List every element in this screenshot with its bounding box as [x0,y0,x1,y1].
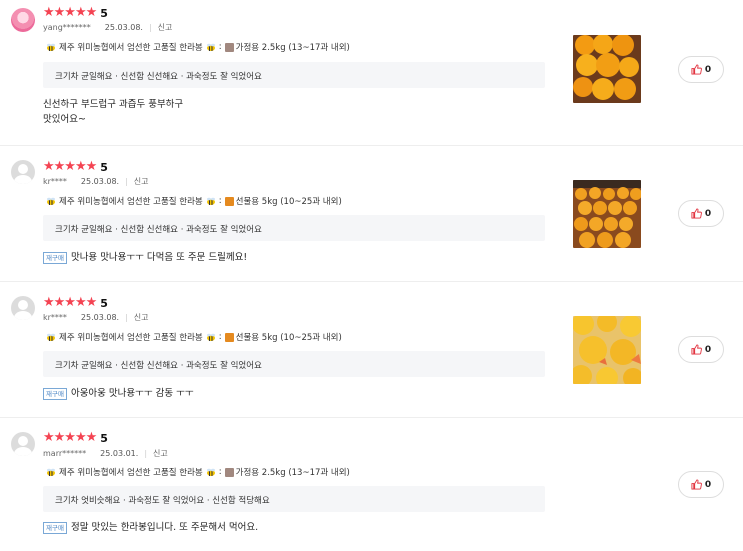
review-date: 25.03.08. [80,177,120,186]
user-avatar [11,160,35,184]
gift-box-icon [224,196,234,206]
review-item: ★★★★★ 5 yang******* 25.03.08. | 신고 제주 위미… [0,0,743,146]
review-photo[interactable] [573,180,641,248]
reviewer-id: kr**** [43,313,67,322]
box-icon [224,467,234,477]
review-item: ★★★★★ 5 marr****** 25.03.01. | 신고 제주 위미농… [0,418,743,551]
rating-stars: ★★★★★ [43,5,97,20]
reviewer-id: yang******* [43,23,91,32]
like-count: 0 [704,344,712,355]
review-date: 25.03.08. [104,23,143,32]
option-product: 제주 위미농협에서 엄선한 고품질 한라봉 [59,468,203,478]
thumbs-up-icon [691,344,702,355]
purchase-option: 제주 위미농협에서 엄선한 고품질 한라봉 : 선물용 5kg (10~25과 … [43,331,342,343]
review-text-line: 아웅아웅 맛나용ㅜㅜ 감동 ㅜㅜ [70,388,194,399]
report-link[interactable]: 신고 [153,448,168,459]
review-photo[interactable] [573,316,641,384]
review-text: 재구매 정말 맛있는 한라봉입니다. 또 주문해서 먹어요. [43,520,258,535]
rating-score: 5 [100,296,108,310]
review-item: ★★★★★ 5 kr**** 25.03.08. | 신고 제주 위미농협에서 … [0,282,743,418]
tangerine-photo [573,35,641,103]
star-rating: ★★★★★ 5 [43,160,108,174]
like-button[interactable]: 0 [678,200,724,227]
like-button[interactable]: 0 [678,336,724,363]
repurchase-badge: 재구매 [43,387,67,400]
thumbs-up-icon [691,479,702,490]
rating-score: 5 [100,431,108,445]
rating-score: 5 [100,6,108,20]
review-date: 25.03.01. [100,449,139,458]
review-text-line: 정말 맛있는 한라봉입니다. 또 주문해서 먹어요. [70,522,259,533]
purchase-option: 제주 위미농협에서 엄선한 고품질 한라봉 : 선물용 5kg (10~25과 … [43,195,342,207]
review-text: 신선하구 부드럽구 과즙두 풍부하구 맛있어요~ [43,97,183,127]
like-button[interactable]: 0 [678,471,724,498]
review-text: 재구매 아웅아웅 맛나용ㅜㅜ 감동 ㅜㅜ [43,386,194,401]
star-rating: ★★★★★ 5 [43,296,108,310]
star-rating: ★★★★★ 5 [43,6,108,20]
bee-icon [206,468,215,476]
bee-icon [47,43,55,51]
tangerine-photo [573,180,641,248]
bee-icon [47,197,55,205]
divider: | [148,23,152,32]
review-text-line: 맛있어요~ [43,114,86,125]
review-date: 25.03.08. [80,313,120,322]
evaluation-summary: 크기차 엇비슷해요 · 과숙정도 잘 익었어요 · 신선함 적당해요 [43,486,545,512]
option-value: 선물용 5kg (10~25과 내외) [235,197,342,207]
user-avatar [11,296,35,320]
thumbs-up-icon [691,208,702,219]
rating-score: 5 [100,160,108,174]
box-icon [224,42,234,52]
thumbs-up-icon [691,64,702,75]
divider: | [144,449,148,458]
user-avatar [11,8,35,32]
review-item: ★★★★★ 5 kr**** 25.03.08. | 신고 제주 위미농협에서 … [0,146,743,282]
like-count: 0 [704,208,712,219]
review-meta: yang******* 25.03.08. | 신고 [43,22,172,33]
review-meta: kr**** 25.03.08. | 신고 [43,176,149,187]
divider: | [125,313,128,322]
rating-stars: ★★★★★ [43,159,97,174]
star-rating: ★★★★★ 5 [43,431,108,445]
review-meta: marr****** 25.03.01. | 신고 [43,448,168,459]
option-value: 가정용 2.5kg (13~17과 내외) [235,43,350,53]
report-link[interactable]: 신고 [134,312,149,323]
option-product: 제주 위미농협에서 엄선한 고품질 한라봉 [59,333,203,343]
repurchase-badge: 재구매 [43,251,67,264]
review-text-line: 맛나용 맛나용ㅜㅜ 다먹음 또 주문 드릴께요! [70,252,248,263]
evaluation-summary: 크기차 균일해요 · 신선함 신선해요 · 과숙정도 잘 익었어요 [43,351,545,377]
gift-box-icon [224,332,234,342]
like-count: 0 [704,479,712,490]
repurchase-badge: 재구매 [43,521,67,534]
rating-stars: ★★★★★ [43,430,97,445]
bee-icon [47,468,55,476]
rating-stars: ★★★★★ [43,295,97,310]
tangerine-photo [573,316,641,384]
review-photo[interactable] [573,35,641,103]
bee-icon [206,43,215,51]
option-product: 제주 위미농협에서 엄선한 고품질 한라봉 [59,197,203,207]
evaluation-summary: 크기차 균일해요 · 신선함 신선해요 · 과숙정도 잘 익었어요 [43,215,545,241]
option-product: 제주 위미농협에서 엄선한 고품질 한라봉 [59,43,203,53]
user-avatar [11,432,35,456]
like-button[interactable]: 0 [678,56,724,83]
review-text-line: 신선하구 부드럽구 과즙두 풍부하구 [43,99,184,110]
divider: | [125,177,128,186]
evaluation-summary: 크기차 균일해요 · 신선함 신선해요 · 과숙정도 잘 익었어요 [43,62,545,88]
bee-icon [47,333,55,341]
bee-icon [206,197,215,205]
reviewer-id: marr****** [43,449,87,458]
option-value: 선물용 5kg (10~25과 내외) [235,333,342,343]
report-link[interactable]: 신고 [158,22,173,33]
report-link[interactable]: 신고 [134,176,149,187]
bee-icon [206,333,215,341]
review-meta: kr**** 25.03.08. | 신고 [43,312,149,323]
like-count: 0 [704,64,712,75]
reviewer-id: kr**** [43,177,67,186]
purchase-option: 제주 위미농협에서 엄선한 고품질 한라봉 : 가정용 2.5kg (13~17… [43,41,350,53]
review-text: 재구매 맛나용 맛나용ㅜㅜ 다먹음 또 주문 드릴께요! [43,250,247,265]
option-value: 가정용 2.5kg (13~17과 내외) [235,468,350,478]
purchase-option: 제주 위미농협에서 엄선한 고품질 한라봉 : 가정용 2.5kg (13~17… [43,466,350,478]
